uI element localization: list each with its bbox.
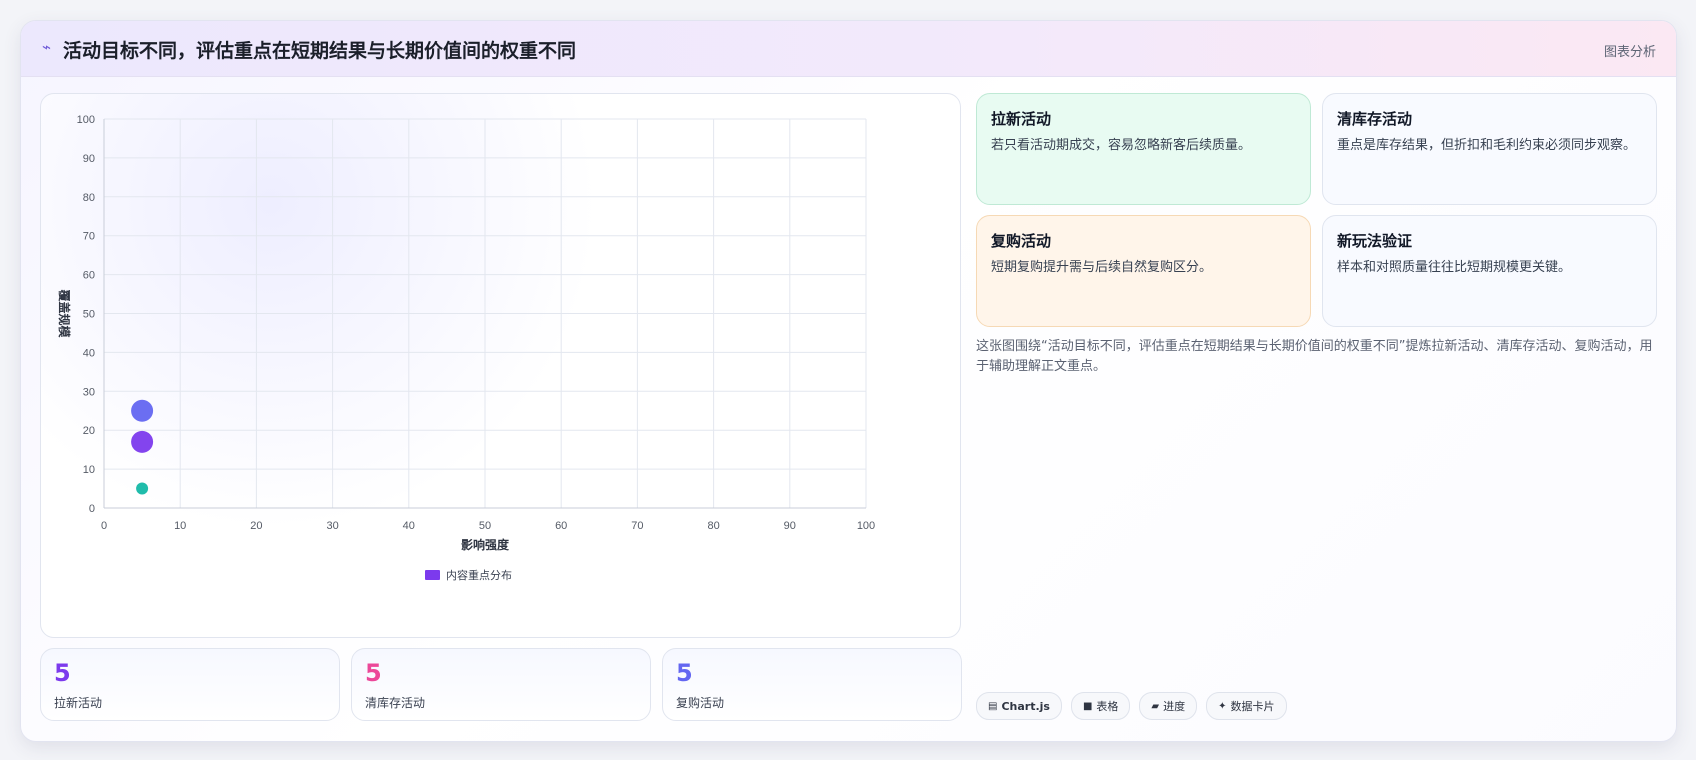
lightning-icon: ⌁ — [42, 38, 52, 56]
x-tick-label: 80 — [707, 520, 719, 532]
x-tick-label: 30 — [326, 520, 338, 532]
x-tick-label: 10 — [174, 520, 186, 532]
y-tick-label: 20 — [83, 425, 95, 437]
y-tick-label: 50 — [83, 309, 95, 321]
header-tag: 图表分析 — [1603, 45, 1656, 60]
sparkle-icon: ✦ — [1218, 700, 1227, 712]
x-tick-label: 90 — [784, 520, 796, 532]
info-card-text: 若只看活动期成交，容易忽略新客后续质量。 — [991, 138, 1252, 153]
feature-pills: ▤ Chart.js ■ 表格 ▰ 进度 ✦ 数据卡片 — [976, 692, 1287, 720]
info-card: 新玩法验证样本和对照质量往往比短期规模更关键。 — [1322, 215, 1657, 327]
scatter-point — [136, 482, 149, 495]
x-tick-label: 20 — [250, 520, 262, 532]
x-tick-label: 40 — [403, 520, 415, 532]
pill-label: 数据卡片 — [1230, 700, 1275, 713]
y-tick-label: 60 — [83, 270, 95, 282]
pill-chart[interactable]: ▤ Chart.js — [976, 692, 1062, 720]
pill-label: Chart.js — [1001, 699, 1050, 713]
chart-description: 这张图围绕“活动目标不同，评估重点在短期结果与长期价值间的权重不同”提炼拉新活动… — [976, 339, 1653, 374]
card-header: ⌁ 活动目标不同，评估重点在短期结果与长期价值间的权重不同 图表分析 — [21, 21, 1676, 77]
info-card-title: 复购活动 — [991, 232, 1052, 250]
pill-table[interactable]: ■ 表格 — [1070, 692, 1131, 720]
y-axis-label: 覆盖规模 — [57, 288, 72, 338]
stat-card: 5 拉新活动 — [40, 648, 340, 721]
chart-panel: 0 10 20 30 40 50 60 70 80 90 100 0 10 20 30 40 50 60 70 80 9… — [40, 93, 961, 638]
progress-icon: ▰ — [1151, 700, 1160, 712]
info-card-title: 新玩法验证 — [1337, 232, 1413, 250]
scatter-point — [131, 430, 154, 453]
x-axis-label: 影响强度 — [461, 537, 510, 552]
stat-label: 清库存活动 — [365, 696, 426, 710]
y-tick-label: 40 — [83, 347, 95, 359]
info-card: 清库存活动重点是库存结果，但折扣和毛利约束必须同步观察。 — [1322, 93, 1657, 205]
info-card: 复购活动短期复购提升需与后续自然复购区分。 — [976, 215, 1311, 327]
x-tick-label: 70 — [631, 520, 643, 532]
stat-value: 5 — [676, 659, 693, 687]
x-tick-label: 60 — [555, 520, 567, 532]
y-tick-label: 100 — [77, 114, 95, 126]
stat-value: 5 — [54, 659, 71, 687]
x-tick-label: 100 — [857, 520, 875, 532]
main-card: ⌁ 活动目标不同，评估重点在短期结果与长期价值间的权重不同 图表分析 0 10 20… — [20, 20, 1677, 742]
table-icon: ■ — [1082, 700, 1093, 712]
scatter-chart: 0 10 20 30 40 50 60 70 80 90 100 0 10 20 30 40 50 60 70 80 9… — [57, 114, 875, 582]
info-card-title: 清库存活动 — [1337, 110, 1413, 128]
pill-sparkle[interactable]: ✦ 数据卡片 — [1206, 692, 1287, 720]
pill-label: 进度 — [1163, 700, 1186, 713]
scatter-point — [131, 399, 154, 422]
y-tick-label: 90 — [83, 153, 95, 165]
stat-value: 5 — [365, 659, 382, 687]
info-card-text: 重点是库存结果，但折扣和毛利约束必须同步观察。 — [1337, 138, 1637, 153]
y-tick-label: 70 — [83, 231, 95, 243]
y-tick-label: 80 — [83, 192, 95, 204]
y-tick-label: 0 — [89, 503, 95, 515]
x-tick-label: 0 — [101, 520, 107, 532]
stat-label: 拉新活动 — [54, 696, 103, 710]
legend-swatch — [425, 570, 440, 580]
info-card-title: 拉新活动 — [991, 110, 1052, 128]
legend-label: 内容重点分布 — [446, 568, 512, 582]
chart-icon: ▤ — [988, 700, 998, 712]
y-tick-label: 10 — [83, 464, 95, 476]
stat-card: 5 复购活动 — [662, 648, 962, 721]
info-card-text: 短期复购提升需与后续自然复购区分。 — [991, 260, 1213, 275]
stat-label: 复购活动 — [676, 696, 725, 710]
page-title: 活动目标不同，评估重点在短期结果与长期价值间的权重不同 — [63, 40, 577, 62]
x-tick-label: 50 — [479, 520, 491, 532]
pill-progress[interactable]: ▰ 进度 — [1139, 692, 1198, 720]
y-tick-label: 30 — [83, 386, 95, 398]
pill-label: 表格 — [1096, 700, 1119, 713]
info-card: 拉新活动若只看活动期成交，容易忽略新客后续质量。 — [976, 93, 1311, 205]
info-card-text: 样本和对照质量往往比短期规模更关键。 — [1337, 260, 1572, 275]
stat-card: 5 清库存活动 — [351, 648, 651, 721]
